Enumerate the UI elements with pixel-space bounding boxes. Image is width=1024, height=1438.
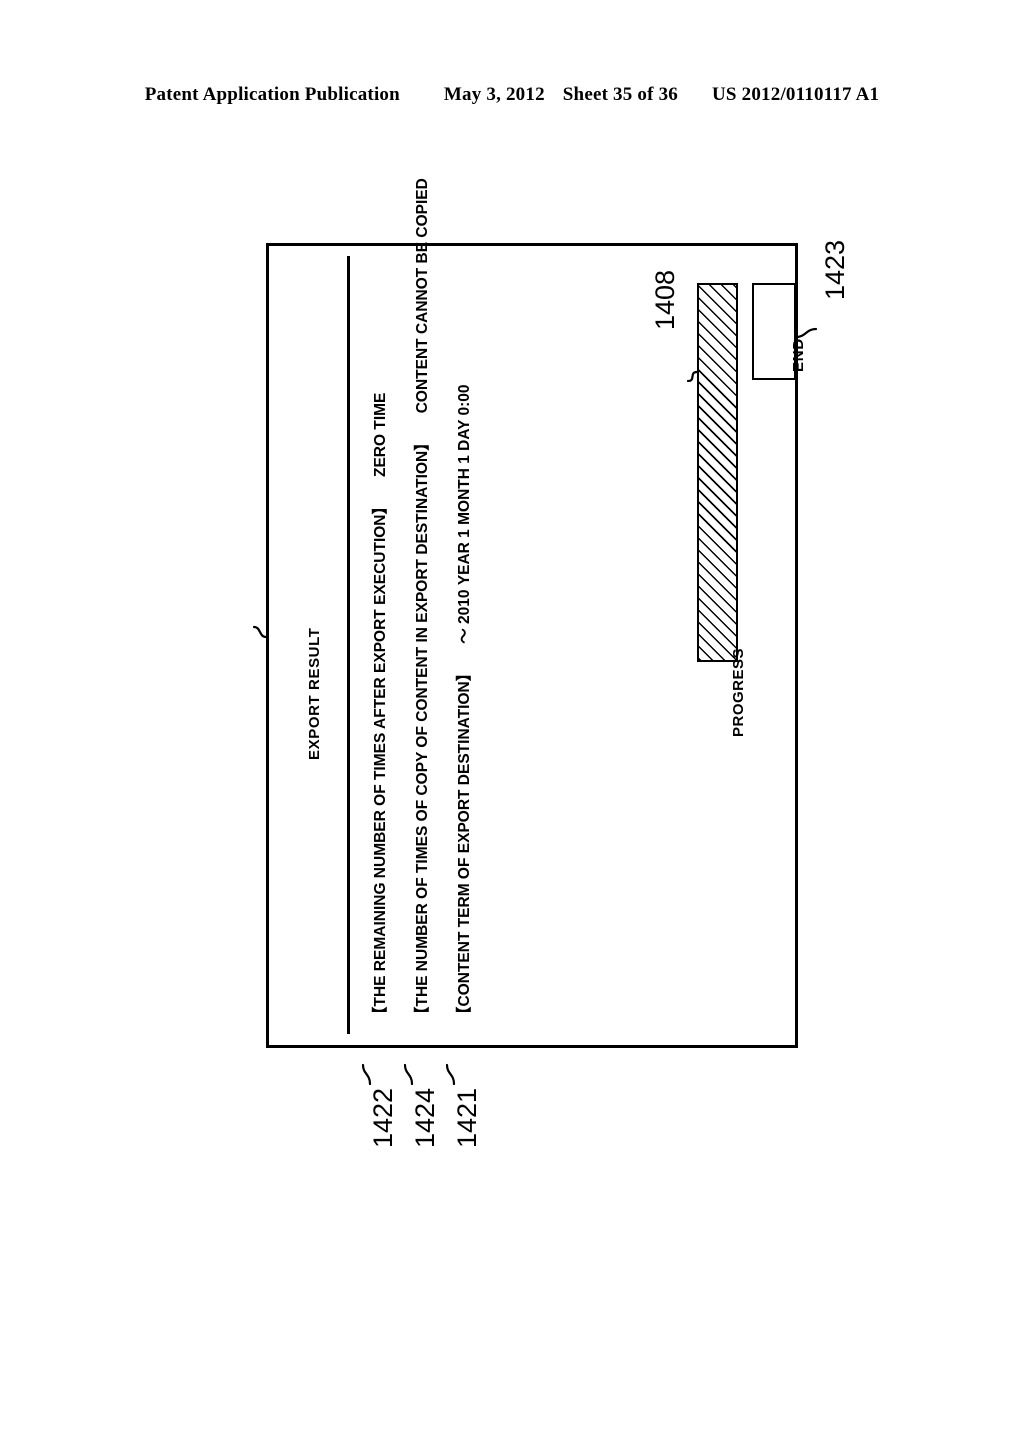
- info-label-copy-times: 【THE NUMBER OF TIMES OF COPY OF CONTENT …: [414, 435, 431, 1022]
- leader-1423: [794, 327, 818, 339]
- reference-numeral-1422: 1422: [368, 1087, 398, 1148]
- reference-numeral-1408: 1408: [650, 269, 680, 330]
- info-row-remaining-times: 【THE REMAINING NUMBER OF TIMES AFTER EXP…: [368, 393, 390, 1022]
- title-separator: [347, 256, 350, 1034]
- info-row-copy-times: 【THE NUMBER OF TIMES OF COPY OF CONTENT …: [410, 178, 432, 1022]
- info-value-remaining-times: ZERO TIME: [372, 392, 389, 477]
- leader-1460: [252, 625, 268, 639]
- reference-numeral-1421: 1421: [452, 1087, 482, 1148]
- figure-drawing: FIG.35 1460 EXPORT RESULT 【THE REMAINING…: [0, 0, 1024, 1320]
- reference-numeral-1424: 1424: [410, 1087, 440, 1148]
- info-value-copy-times: CONTENT CANNOT BE COPIED: [414, 178, 431, 414]
- info-label-content-term: 【CONTENT TERM OF EXPORT DESTINATION】: [456, 665, 473, 1022]
- info-value-content-term: ～ 2010 YEAR 1 MONTH 1 DAY 0:00: [456, 384, 473, 644]
- end-button-label: END: [790, 337, 807, 372]
- info-row-content-term: 【CONTENT TERM OF EXPORT DESTINATION】 ～ 20…: [452, 384, 474, 1022]
- progress-bar: [697, 283, 738, 662]
- dialog-title: EXPORT RESULT: [306, 627, 323, 760]
- leader-1424: [403, 1063, 414, 1086]
- info-label-remaining-times: 【THE REMAINING NUMBER OF TIMES AFTER EXP…: [372, 499, 389, 1022]
- reference-numeral-1423: 1423: [820, 239, 850, 300]
- leader-1421: [445, 1063, 456, 1086]
- progress-bar-label: PROGRESS: [730, 647, 747, 737]
- leader-1422: [361, 1063, 372, 1086]
